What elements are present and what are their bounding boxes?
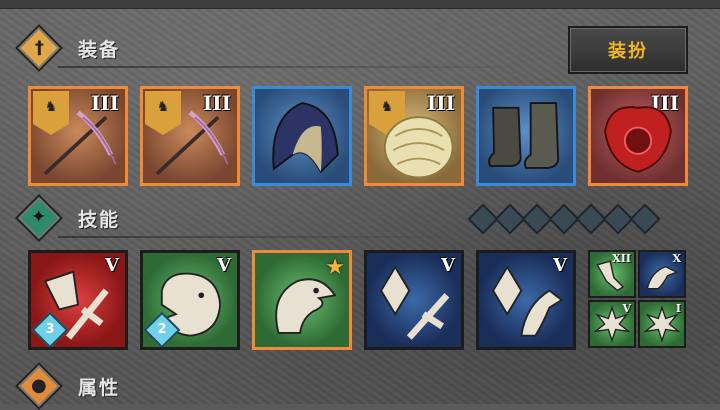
attributes-title: 属性 [78,376,121,399]
skill-card-4[interactable]: V [364,250,464,350]
equipment-slot-6[interactable]: III [588,86,688,186]
divider [58,66,538,68]
skills-header: ✦ 技能 [14,193,121,243]
dagger-icon: † [14,23,64,73]
skill-point-pip [629,203,661,235]
top-bar [0,0,720,9]
person-icon: ● [14,361,64,410]
crystal-crossbow-icon [380,265,450,340]
skills-title: 技能 [78,208,121,231]
skill-card-3[interactable]: ★ [252,250,352,350]
attributes-header: ● 属性 [14,361,121,410]
equipment-slot-4[interactable]: ♞ III [364,86,464,186]
dress-up-button[interactable]: 装扮 [568,26,688,74]
passive-skill-4[interactable]: I [638,300,686,348]
equipment-slot-1[interactable]: ♞ III [28,86,128,186]
passive-skill-2[interactable]: X [638,250,686,298]
skill-card-2[interactable]: V 2 [140,250,240,350]
equipment-slot-2[interactable]: ♞ III [140,86,240,186]
crossbow-icon [43,110,117,175]
armor-icon [383,116,454,179]
eagle-icon [275,278,337,334]
skill-card-1[interactable]: V 3 [28,250,128,350]
equipment-title: 装备 [78,38,121,61]
passive-skill-1[interactable]: XII [588,250,636,298]
equipment-header: † 装备 [14,23,121,73]
divider [58,236,458,238]
burst-icon [593,305,631,343]
passive-skill-3[interactable]: V [588,300,636,348]
amulet-icon [604,106,672,173]
arm-icon [596,260,625,292]
skill-point-indicators [467,203,661,235]
skill-card-5[interactable]: V [476,250,576,350]
eagle-icon [646,265,679,290]
skill-star-icon: ✦ [14,193,64,243]
crystal-eagle-icon [492,265,564,337]
equipment-slot-5[interactable] [476,86,576,186]
equipment-slot-3[interactable] [252,86,352,186]
crossbow-icon [155,110,229,175]
burst-icon [643,305,681,343]
hood-icon [272,102,339,174]
boots-icon [488,102,560,169]
